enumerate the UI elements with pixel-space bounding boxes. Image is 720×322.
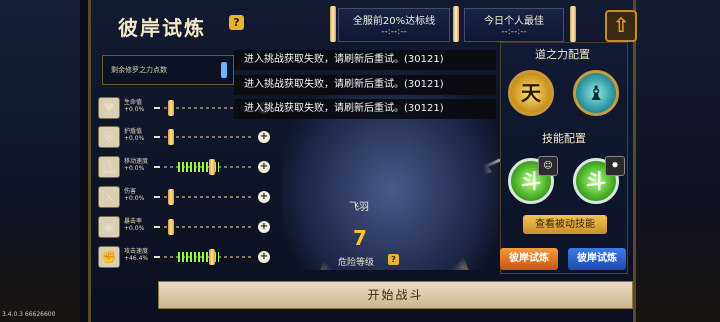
- remaining-points-box: 剩余修罗之力点数: [102, 55, 234, 85]
- attribute-value: +0.0%: [124, 135, 145, 142]
- error-toast: 进入挑战获取失败，请刷新后重试。(30121): [234, 50, 496, 70]
- attribute-name: 移动速度: [124, 158, 149, 165]
- attribute-slider-track[interactable]: [164, 196, 254, 198]
- attribute-slider-handle[interactable]: [168, 129, 174, 145]
- decrease-button[interactable]: [154, 166, 160, 168]
- skill-1-badge-icon: ☺: [538, 156, 558, 176]
- attribute-value: +0.0%: [124, 106, 145, 113]
- dao-power-icon-1[interactable]: 天: [508, 70, 554, 116]
- trial-mode-right-button[interactable]: 彼岸试炼: [568, 248, 626, 270]
- personal-best-banner: 今日个人最佳 --:--:--: [464, 8, 564, 42]
- hero-name: 飞羽: [349, 202, 369, 213]
- decrease-button[interactable]: [154, 107, 160, 109]
- version-label: 3.4.0.3 66626600: [2, 311, 56, 318]
- attribute-row: ⛨ 护盾值 +0.0% +: [98, 126, 278, 148]
- attribute-slider-handle[interactable]: [168, 189, 174, 205]
- fist-icon: ✊: [98, 246, 120, 268]
- personal-best-value: --:--:--: [501, 27, 527, 37]
- attribute-row: ⚔ 伤害 +0.0% +: [98, 186, 278, 208]
- trial-mode-left-button[interactable]: 彼岸试炼: [500, 248, 558, 270]
- hero-level: 7: [353, 226, 367, 250]
- danger-level-label: 危险等级: [338, 258, 375, 268]
- attribute-name: 攻击速度: [124, 248, 149, 255]
- help-button[interactable]: ?: [229, 15, 244, 30]
- server-threshold-label: 全服前20%达标线: [352, 16, 436, 27]
- error-toast: 进入挑战获取失败，请刷新后重试。(30121): [234, 99, 496, 119]
- left-background: [0, 0, 80, 322]
- dao-config-title: 道之力配置: [535, 48, 590, 61]
- decrease-button[interactable]: [154, 196, 160, 198]
- attribute-row: ⛸ 移动速度 +0.0% +: [98, 156, 278, 178]
- danger-info-icon[interactable]: ?: [388, 254, 399, 265]
- heart-icon: ♥: [98, 97, 120, 119]
- skill-config-title: 技能配置: [542, 132, 586, 145]
- increase-button[interactable]: +: [258, 251, 270, 263]
- sword-icon: ⚔: [98, 186, 120, 208]
- attribute-value: +0.0%: [124, 225, 145, 232]
- eye-icon: ◉: [98, 216, 120, 238]
- candle-decoration: [570, 6, 576, 42]
- attribute-slider-track[interactable]: [164, 226, 254, 228]
- personal-best-label: 今日个人最佳: [484, 16, 544, 27]
- increase-button[interactable]: +: [258, 191, 270, 203]
- boot-icon: ⛸: [98, 156, 120, 178]
- attribute-row: ◉ 暴击率 +0.0% +: [98, 216, 278, 238]
- shield-icon: ⛨: [98, 126, 120, 148]
- start-battle-button[interactable]: 开始战斗: [158, 281, 633, 309]
- right-background: [635, 0, 720, 322]
- attribute-slider-handle[interactable]: [209, 159, 215, 175]
- attribute-slider-handle[interactable]: [168, 219, 174, 235]
- server-threshold-value: --:--:--: [381, 27, 407, 37]
- attribute-value: +0.0%: [124, 165, 145, 172]
- page-title: 彼岸试炼: [118, 16, 206, 40]
- view-passive-skills-button[interactable]: 查看被动技能: [523, 215, 607, 234]
- attribute-slider-handle[interactable]: [209, 249, 215, 265]
- attribute-value: +46.4%: [124, 255, 149, 262]
- decrease-button[interactable]: [154, 256, 160, 258]
- attribute-row: ✊ 攻击速度 +46.4% +: [98, 246, 278, 268]
- attribute-name: 暴击率: [124, 218, 143, 225]
- attribute-slider-track[interactable]: [164, 136, 254, 138]
- points-indicator-icon: [221, 62, 227, 78]
- attribute-slider-handle[interactable]: [168, 100, 174, 116]
- candle-decoration: [330, 6, 336, 42]
- remaining-points-label: 剩余修罗之力点数: [111, 66, 167, 74]
- increase-button[interactable]: +: [258, 161, 270, 173]
- candle-decoration: [453, 6, 459, 42]
- attribute-name: 生命值: [124, 99, 143, 106]
- increase-button[interactable]: +: [258, 131, 270, 143]
- upgrade-arrow-button[interactable]: ⇧: [605, 10, 637, 42]
- server-threshold-banner: 全服前20%达标线 --:--:--: [338, 8, 450, 42]
- increase-button[interactable]: +: [258, 221, 270, 233]
- dao-power-icon-2[interactable]: ♝: [573, 70, 619, 116]
- attribute-value: +0.0%: [124, 195, 145, 202]
- skill-2-badge-icon: ✸: [605, 156, 625, 176]
- error-toast: 进入挑战获取失败，请刷新后重试。(30121): [234, 75, 496, 95]
- attribute-name: 护盾值: [124, 128, 143, 135]
- decrease-button[interactable]: [154, 136, 160, 138]
- decrease-button[interactable]: [154, 226, 160, 228]
- attribute-name: 伤害: [124, 188, 137, 195]
